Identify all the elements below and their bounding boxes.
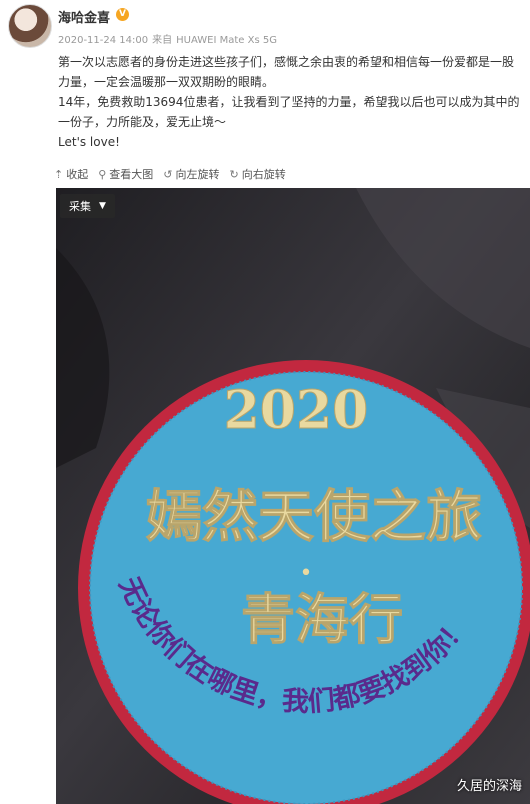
post-content: 第一次以志愿者的身份走进这些孩子们，感慨之余由衷的希望和相信每一份爱都是一股力量… [58, 52, 524, 152]
post-paragraph: 14年，免费救助13694位患者，让我看到了坚持的力量，希望我以后也可以成为其中… [58, 95, 520, 129]
view-large-button[interactable]: ⚲ 查看大图 [98, 167, 154, 182]
post-paragraph: 第一次以志愿者的身份走进这些孩子们，感慨之余由衷的希望和相信每一份爱都是一股力量… [58, 55, 515, 89]
collapse-icon: ⇡ [54, 167, 64, 181]
watermark: 久居的深海 [456, 779, 522, 794]
post-photo[interactable]: 2020 嫣然天使之旅 • 青海行 无论你们在哪里，我们都要找到你！ 采集 ▼ … [56, 188, 530, 804]
post-paragraph: Let's love! [58, 135, 120, 149]
rotate-left-icon: ↺ [163, 167, 173, 181]
image-toolbar: ⇡ 收起 ⚲ 查看大图 ↺ 向左旋转 ↻ 向右旋转 [54, 167, 286, 182]
source-device[interactable]: HUAWEI Mate Xs 5G [176, 35, 277, 46]
caret-down-icon: ▼ [99, 201, 106, 211]
rotate-left-label: 向左旋转 [175, 168, 220, 181]
badge-title: 嫣然天使之旅 [146, 485, 482, 550]
source-prefix: 来自 [152, 35, 173, 46]
post-header: 海哈金喜 V 2020-11-24 14:00 来自 HUAWEI Mate Xs … [0, 0, 530, 164]
badge-place: 青海行 [241, 588, 403, 651]
post-timestamp[interactable]: 2020-11-24 14:00 [58, 35, 148, 46]
rotate-left-button[interactable]: ↺ 向左旋转 [163, 167, 220, 182]
collapse-button[interactable]: ⇡ 收起 [54, 167, 89, 182]
avatar[interactable] [8, 4, 52, 48]
view-large-label: 查看大图 [109, 168, 154, 181]
collapse-label: 收起 [66, 168, 89, 181]
rotate-right-icon: ↻ [229, 167, 239, 181]
collect-label: 采集 [69, 200, 91, 213]
rotate-right-label: 向右旋转 [241, 168, 286, 181]
rotate-right-button[interactable]: ↻ 向右旋转 [229, 167, 286, 182]
badge-dot: • [300, 561, 313, 586]
verified-badge-icon: V [116, 8, 129, 21]
photo-illustration: 2020 嫣然天使之旅 • 青海行 无论你们在哪里，我们都要找到你！ [56, 188, 530, 804]
collect-button[interactable]: 采集 ▼ [60, 194, 115, 218]
post-meta: 2020-11-24 14:00 来自 HUAWEI Mate Xs 5G [58, 31, 281, 46]
username[interactable]: 海哈金喜 [58, 7, 110, 26]
badge-year: 2020 [224, 380, 369, 441]
search-icon: ⚲ [98, 167, 107, 181]
